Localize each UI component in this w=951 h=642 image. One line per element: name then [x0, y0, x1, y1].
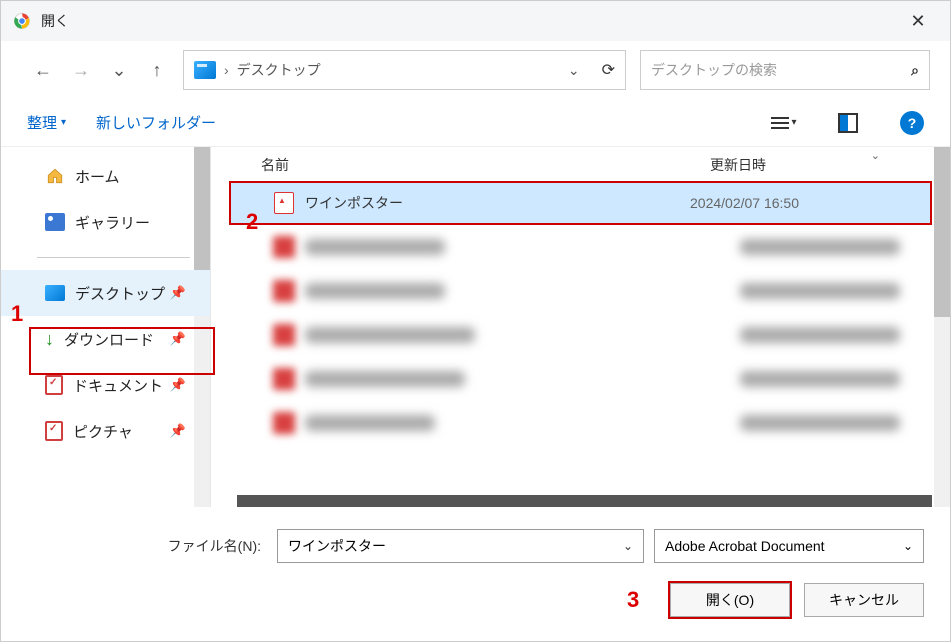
preview-pane-button[interactable] — [836, 111, 860, 135]
chevron-down-icon: ▾ — [61, 117, 66, 128]
recent-locations-button[interactable]: ⌄ — [107, 60, 131, 81]
column-header-modified[interactable]: 更新日時 ⌄ — [710, 155, 920, 175]
file-type-label: Adobe Acrobat Document — [665, 538, 825, 554]
pin-icon: 📌 — [170, 377, 186, 393]
sidebar-item-label: ピクチャ — [73, 421, 133, 442]
search-box[interactable]: ⌕ — [640, 50, 930, 90]
chevron-down-icon: ⌄ — [903, 539, 913, 553]
pin-icon: 📌 — [170, 331, 186, 347]
pane-icon — [838, 113, 858, 133]
sidebar-item-documents[interactable]: ドキュメント 📌 — [1, 362, 210, 408]
file-type-select[interactable]: Adobe Acrobat Document ⌄ — [654, 529, 924, 563]
title-bar: 開く ✕ — [1, 1, 950, 41]
content-area: ホーム ギャラリー デスクトップ 📌 ↓ ダウンロード 📌 ドキュメント 📌 ピ… — [1, 147, 950, 507]
cancel-button[interactable]: キャンセル — [804, 583, 924, 617]
file-row-blurred[interactable] — [231, 359, 930, 399]
view-options-button[interactable]: ▾ — [772, 111, 796, 135]
file-scrollbar-thumb[interactable] — [934, 147, 950, 317]
sidebar-item-label: ダウンロード — [64, 329, 154, 350]
location-dropdown-icon[interactable]: ⌄ — [568, 62, 580, 79]
refresh-icon[interactable]: ⟳ — [602, 60, 615, 80]
organize-button[interactable]: 整理 ▾ — [27, 112, 66, 133]
file-row-blurred[interactable] — [231, 315, 930, 355]
pin-icon: 📌 — [170, 285, 186, 301]
home-icon — [45, 167, 65, 185]
gallery-icon — [45, 213, 65, 231]
sidebar-item-desktop[interactable]: デスクトップ 📌 — [1, 270, 210, 316]
chevron-down-icon: ▾ — [791, 117, 796, 128]
filename-input-wrapper[interactable]: ⌄ — [277, 529, 644, 563]
divider — [37, 257, 190, 258]
filename-input[interactable] — [288, 538, 623, 554]
file-name: ワインポスター — [305, 193, 690, 213]
filename-label: ファイル名(N): — [27, 536, 267, 556]
sidebar-item-downloads[interactable]: ↓ ダウンロード 📌 — [1, 316, 210, 362]
file-row-blurred[interactable] — [231, 227, 930, 267]
current-location: デスクトップ — [237, 60, 560, 80]
folder-icon — [194, 61, 216, 79]
path-separator-icon: › — [224, 62, 229, 78]
sidebar-item-label: デスクトップ — [75, 283, 165, 304]
sidebar-item-pictures[interactable]: ピクチャ 📌 — [1, 408, 210, 454]
desktop-icon — [45, 285, 65, 301]
forward-button[interactable]: → — [69, 60, 93, 81]
button-row: 開く(O) キャンセル — [27, 583, 924, 617]
sidebar-item-label: ホーム — [75, 166, 120, 187]
sort-indicator-icon: ⌄ — [871, 149, 880, 162]
column-header-modified-label: 更新日時 — [710, 157, 766, 173]
picture-icon — [45, 421, 63, 441]
sidebar-item-home[interactable]: ホーム — [1, 153, 210, 199]
document-icon — [45, 375, 63, 395]
address-bar[interactable]: › デスクトップ ⌄ ⟳ — [183, 50, 626, 90]
open-button[interactable]: 開く(O) — [670, 583, 790, 617]
chevron-down-icon[interactable]: ⌄ — [623, 539, 633, 553]
new-folder-button[interactable]: 新しいフォルダー — [96, 112, 216, 133]
pdf-icon — [273, 192, 295, 214]
sidebar: ホーム ギャラリー デスクトップ 📌 ↓ ダウンロード 📌 ドキュメント 📌 ピ… — [1, 147, 211, 507]
filename-row: ファイル名(N): ⌄ Adobe Acrobat Document ⌄ — [27, 529, 924, 563]
column-headers: 名前 更新日時 ⌄ — [211, 147, 950, 183]
download-icon: ↓ — [45, 329, 54, 350]
help-button[interactable]: ? — [900, 111, 924, 135]
file-list: 名前 更新日時 ⌄ ワインポスター 2024/02/07 16:50 — [211, 147, 950, 507]
search-input[interactable] — [651, 62, 911, 78]
pin-icon: 📌 — [170, 423, 186, 439]
list-icon — [771, 117, 789, 129]
file-row-blurred[interactable] — [231, 403, 930, 443]
toolbar: 整理 ▾ 新しいフォルダー ▾ ? — [1, 99, 950, 147]
footer: ファイル名(N): ⌄ Adobe Acrobat Document ⌄ 開く(… — [1, 507, 950, 617]
up-button[interactable]: ↑ — [145, 60, 169, 81]
organize-label: 整理 — [27, 112, 57, 133]
sidebar-item-label: ギャラリー — [75, 212, 150, 233]
file-date: 2024/02/07 16:50 — [690, 195, 900, 211]
nav-row: ← → ⌄ ↑ › デスクトップ ⌄ ⟳ ⌕ — [1, 41, 950, 99]
back-button[interactable]: ← — [31, 60, 55, 81]
file-row-blurred[interactable] — [231, 271, 930, 311]
sidebar-item-gallery[interactable]: ギャラリー — [1, 199, 210, 245]
file-row-selected[interactable]: ワインポスター 2024/02/07 16:50 — [231, 183, 930, 223]
chrome-icon — [13, 12, 31, 30]
sidebar-item-label: ドキュメント — [73, 375, 163, 396]
horizontal-scrollbar[interactable] — [237, 495, 932, 507]
search-icon[interactable]: ⌕ — [911, 62, 919, 79]
column-header-name[interactable]: 名前 — [261, 155, 710, 175]
window-title: 開く — [41, 11, 898, 31]
close-icon[interactable]: ✕ — [898, 11, 938, 32]
